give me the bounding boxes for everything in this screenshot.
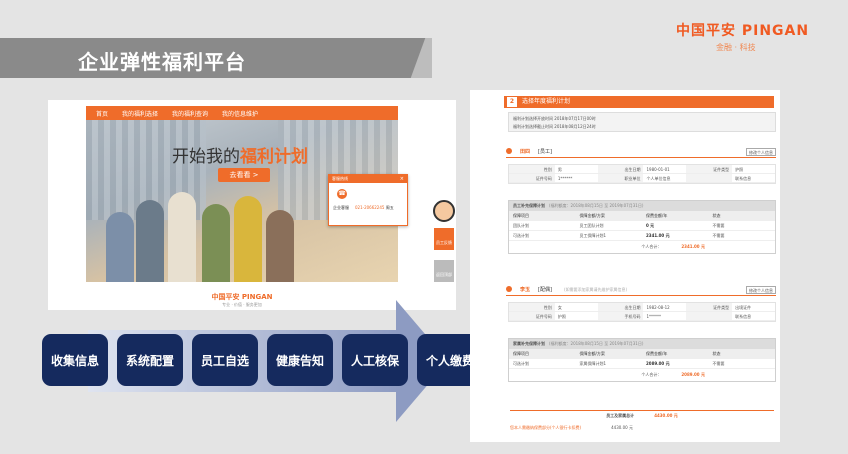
- close-icon[interactable]: ×: [400, 175, 404, 183]
- nav-choose[interactable]: 我的福利选择: [122, 109, 158, 118]
- step-health: 健康告知: [267, 334, 333, 386]
- enrollment-window: 福利计划选择开放时间 2018年07月17日00时 福利计划选择截止时间 201…: [508, 112, 776, 132]
- spouse-total: 个人合计： 2089.00 元: [641, 372, 705, 377]
- nav-query[interactable]: 我的福利查询: [172, 109, 208, 118]
- step-self-select: 员工自选: [192, 334, 258, 386]
- table-row[interactable]: 可选计划 员工保障计划1 2341.00 元不需要: [509, 231, 775, 241]
- process-steps: 收集信息 系统配置 员工自选 健康告知 人工核保 个人缴费: [42, 334, 483, 386]
- people-photo: [106, 187, 306, 282]
- step-collect: 收集信息: [42, 334, 108, 386]
- back-to-top-button[interactable]: 返回顶部: [434, 260, 454, 282]
- payroll-deduction: 您本人需缴纳保费部分(个人银行卡扣费) 4430.00 元: [510, 425, 633, 430]
- spouse-plan-table: 家属补充保障计划 (福利额度：2018年08月15日 至 2019年07月31日)…: [508, 338, 776, 382]
- spouse-section-header: 李玉 [配偶] (如需要添加家属请先维护家属信息) 修改个人信息: [506, 286, 776, 296]
- brand-tagline: 金融 · 科技: [716, 43, 756, 52]
- step-config: 系统配置: [117, 334, 183, 386]
- step-underwrite: 人工核保: [342, 334, 408, 386]
- grand-total: 员工及家属总计 4430.00 元 您本人需缴纳保费部分(个人银行卡扣费) 4430…: [510, 410, 774, 431]
- site-footer: 中国平安 PINGAN 专业 · 价值 · 服务更加: [211, 293, 273, 307]
- edit-employee-button[interactable]: 修改个人信息: [746, 148, 776, 156]
- table-row[interactable]: 可选计划 家属保障计划1 2089.00 元不需要: [509, 359, 775, 369]
- nav-home[interactable]: 首页: [96, 109, 108, 118]
- employee-plan-table: 员工补充保障计划 (福利额度：2018年08月15日 至 2019年07月31日)…: [508, 200, 776, 254]
- brand-name: 中国平安 PINGAN: [676, 23, 810, 39]
- slide-title: 企业弹性福利平台: [78, 50, 246, 74]
- spouse-info-grid: 性别女出生日期 1982-08-12 证件类型 出境证件 证件号码 护照 手机号码 1***…: [508, 302, 776, 322]
- benefit-plan-form: 2 选择年度福利计划 福利计划选择开放时间 2018年07月17日00时 福利计…: [470, 90, 780, 442]
- site-nav: 首页 我的福利选择 我的福利查询 我的信息维护: [86, 106, 398, 120]
- brand-logo: 中国平安 PINGAN 金融 · 科技: [676, 20, 840, 53]
- portal-screenshot: 首页 我的福利选择 我的福利查询 我的信息维护 开始我的福利计划 去看看 > 客…: [48, 100, 456, 310]
- hero-headline: 开始我的福利计划: [172, 147, 308, 167]
- employee-info-grid: 性别男出生日期 1980-01-01 证件类型 护照 证件号码 1****** 职业单位个…: [508, 164, 776, 184]
- edit-spouse-button[interactable]: 修改个人信息: [746, 286, 776, 294]
- cta-button[interactable]: 去看看 >: [218, 168, 270, 182]
- popup-title: 客服热线: [329, 175, 407, 183]
- table-row[interactable]: 团队计划 员工团队计划 0 元不需要: [509, 221, 775, 231]
- phone-icon: ☎: [337, 189, 347, 199]
- nav-info[interactable]: 我的信息维护: [222, 109, 258, 118]
- employee-total: 个人合计： 2341.00 元: [641, 244, 705, 249]
- popup-contact: 企业客服 021-20662245 周五: [333, 205, 394, 210]
- hotline-popup: 客服热线 × ☎ 企业客服 021-20662245 周五: [328, 174, 408, 226]
- form-header: 2 选择年度福利计划: [504, 96, 774, 108]
- employee-section-header: 田四 [员工] 修改个人信息: [506, 148, 776, 158]
- feedback-button[interactable]: 员工反馈: [434, 228, 454, 250]
- mascot-avatar: [433, 200, 455, 222]
